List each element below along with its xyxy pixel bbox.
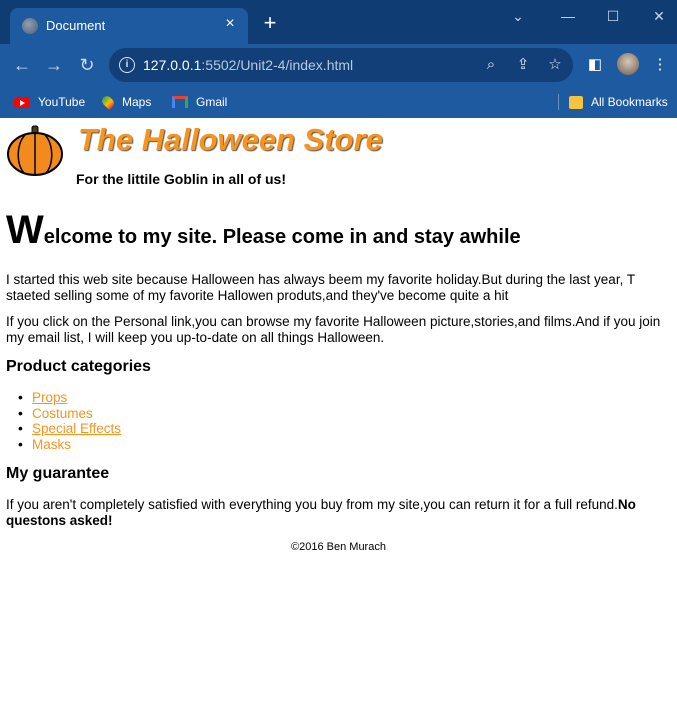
welcome-heading: Welcome to my site. Please come in and s… [6,208,521,253]
category-link-special-effects[interactable]: Special Effects [32,421,121,436]
list-item: Masks [18,437,121,453]
page-content: The Halloween Store For the littile Gobl… [0,118,677,728]
pumpkin-logo-icon [7,125,63,176]
close-tab-icon[interactable]: × [222,16,238,32]
window-close-icon[interactable]: ✕ [647,6,671,26]
category-masks: Masks [32,436,72,452]
list-item: Props [18,390,121,406]
welcome-initial: W [6,208,44,252]
youtube-icon [14,96,30,108]
bookmark-youtube[interactable]: YouTube [14,92,85,112]
address-bar[interactable]: i 127.0.0.1:5502/Unit2-4/index.html ⌕ ⇪ … [109,48,573,82]
minimize-icon[interactable]: — [556,6,580,26]
intro-paragraph-2: If you click on the Personal link,you ca… [6,314,661,345]
guarantee-heading: My guarantee [6,465,110,482]
category-costumes: Costumes [32,405,93,421]
new-tab-button[interactable]: + [258,12,282,36]
globe-icon [22,18,38,34]
bookmark-label: Gmail [196,95,228,109]
tab-search-chevron-icon[interactable]: ⌄ [506,6,530,26]
bookmarks-bar: YouTube Maps Gmail All Bookmarks [0,86,677,118]
gmail-icon [172,96,188,108]
reload-icon[interactable]: ↻ [75,53,99,77]
browser-toolbar: ← → ↻ i 127.0.0.1:5502/Unit2-4/index.htm… [0,44,677,86]
all-bookmarks-button[interactable]: All Bookmarks [569,92,668,112]
forward-arrow-icon[interactable]: → [42,53,66,77]
maximize-icon[interactable]: ☐ [601,6,625,26]
url-text[interactable]: 127.0.0.1:5502/Unit2-4/index.html [143,57,353,73]
categories-heading: Product categories [6,358,151,375]
bookmarks-divider [558,94,559,110]
bookmark-gmail[interactable]: Gmail [172,92,227,112]
bookmark-label: YouTube [38,95,86,109]
share-icon[interactable]: ⇪ [513,55,533,75]
site-info-icon[interactable]: i [119,57,135,73]
page-footer: ©2016 Ben Murach [291,541,386,553]
store-title: The Halloween Store [78,122,383,157]
list-item: Costumes [18,406,121,422]
bookmark-label: Maps [122,95,152,109]
browser-titlebar: Document × + ⌄ — ☐ ✕ [0,0,677,44]
intro-paragraph-1: I started this web site because Hallowee… [6,272,635,303]
welcome-text: elcome to my site. Please come in and st… [43,226,521,248]
all-bookmarks-label: All Bookmarks [591,95,668,109]
store-tagline: For the littile Goblin in all of us! [76,171,286,187]
tab-title: Document [46,18,106,33]
category-link-props[interactable]: Props [32,390,67,405]
profile-avatar[interactable] [617,53,639,75]
back-arrow-icon[interactable]: ← [10,53,34,77]
guarantee-paragraph: If you aren't completely satisfied with … [6,497,676,529]
folder-icon [569,95,583,109]
browser-tab[interactable]: Document × [10,8,248,44]
side-panel-icon[interactable]: ◧ [584,54,606,76]
categories-list: Props Costumes Special Effects Masks [18,390,121,452]
zoom-icon[interactable]: ⌕ [481,55,501,75]
bookmark-star-icon[interactable]: ☆ [545,55,565,75]
guarantee-text: If you aren't completely satisfied with … [6,497,618,512]
list-item: Special Effects [18,421,121,437]
menu-kebab-icon[interactable]: ⋮ [649,54,671,76]
maps-icon [100,94,116,110]
bookmark-maps[interactable]: Maps [100,92,152,112]
